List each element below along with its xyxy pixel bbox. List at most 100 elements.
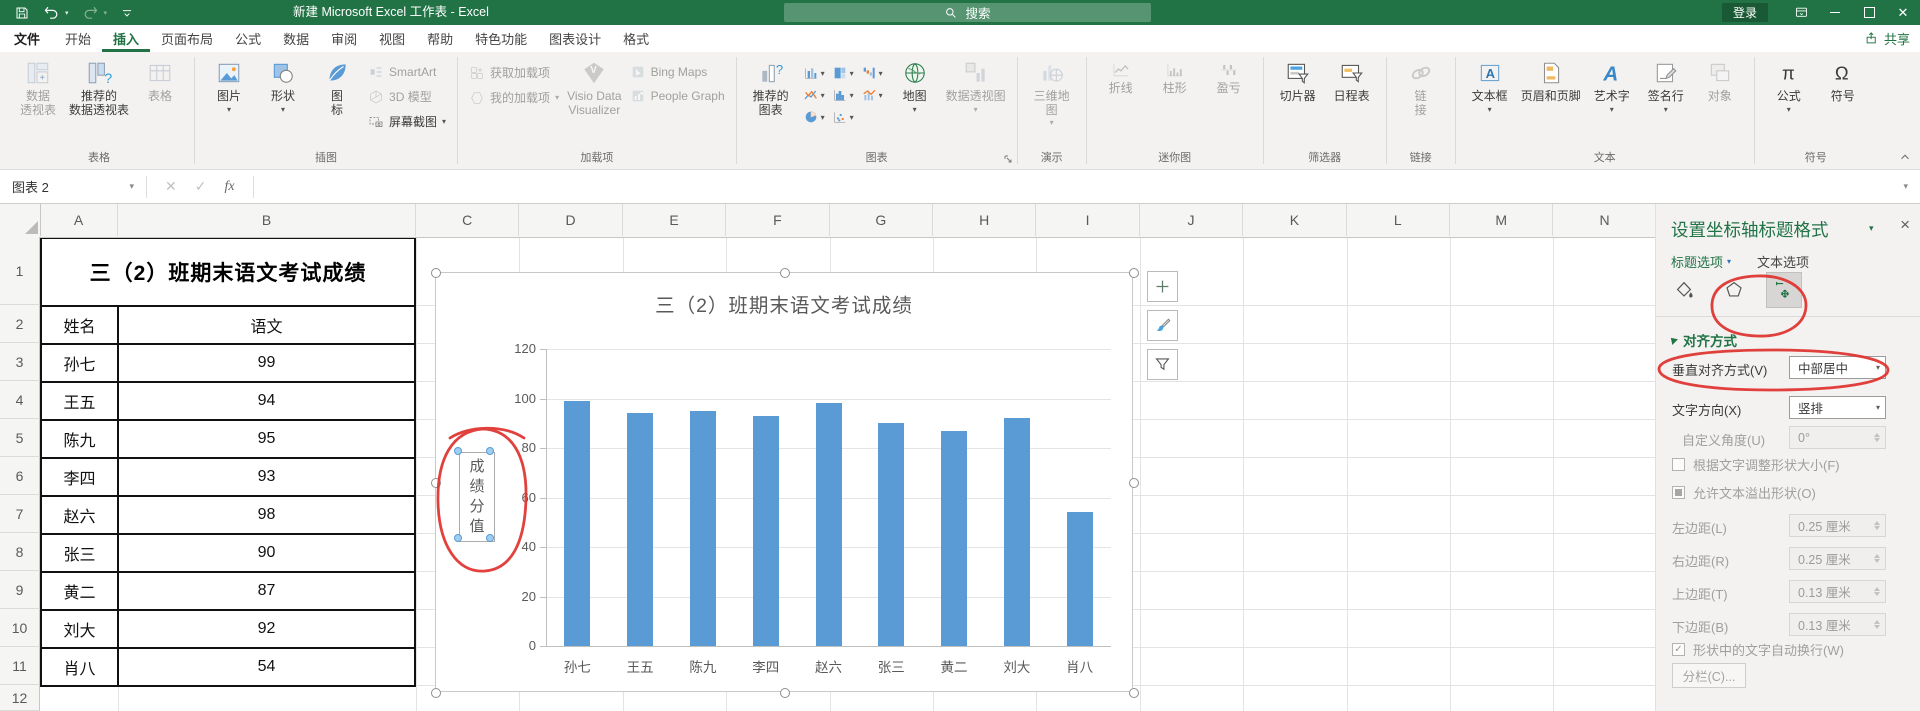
tab-数据[interactable]: 数据	[272, 25, 320, 52]
bar-赵六[interactable]	[816, 403, 842, 646]
cell-score[interactable]: 93	[119, 459, 414, 495]
tab-插入[interactable]: 插入	[102, 25, 150, 52]
effects-icon[interactable]	[1716, 272, 1752, 308]
row-header-11[interactable]: 11	[0, 647, 40, 685]
chart-filters-button[interactable]	[1147, 349, 1178, 380]
size-properties-icon[interactable]	[1766, 272, 1802, 308]
pane-tab-text-options[interactable]: 文本选项	[1757, 252, 1809, 271]
name-box-dropdown-icon[interactable]: ▾	[129, 181, 142, 192]
ribbon-item-statistic-chart[interactable]: ▾	[832, 85, 854, 104]
bar-王五[interactable]	[627, 413, 653, 646]
column-header-I[interactable]: I	[1036, 204, 1139, 236]
customize-qat-icon[interactable]	[120, 6, 134, 20]
cell-name[interactable]: 李四	[42, 459, 119, 495]
column-header-H[interactable]: H	[933, 204, 1036, 236]
ribbon-item-wordart[interactable]: A艺术字▾	[1585, 56, 1639, 114]
tab-页面布局[interactable]: 页面布局	[150, 25, 224, 52]
cell-score[interactable]: 92	[119, 611, 414, 647]
cell-name[interactable]: 孙七	[42, 345, 119, 381]
ribbon-item-picture[interactable]: 图片▾	[202, 56, 256, 114]
table-title-cell[interactable]: 三（2）班期末语文考试成绩	[42, 239, 414, 305]
cell-score[interactable]: 54	[119, 649, 414, 685]
cell-name[interactable]: 陈九	[42, 421, 119, 457]
bar-刘大[interactable]	[1004, 418, 1030, 646]
row-header-8[interactable]: 8	[0, 533, 40, 571]
tab-帮助[interactable]: 帮助	[416, 25, 464, 52]
cell-score[interactable]: 87	[119, 573, 414, 609]
text-direction-dropdown[interactable]: 竖排▾	[1789, 396, 1886, 419]
cell-score[interactable]: 90	[119, 535, 414, 571]
tab-特色功能[interactable]: 特色功能	[464, 25, 538, 52]
select-all-corner[interactable]	[0, 204, 41, 236]
fill-line-icon[interactable]	[1666, 272, 1702, 308]
cell-score[interactable]: 99	[119, 345, 414, 381]
cell-name[interactable]: 刘大	[42, 611, 119, 647]
ribbon-item-screenshot[interactable]: 屏幕截图▾	[368, 113, 446, 130]
cell-name[interactable]: 黄二	[42, 573, 119, 609]
column-header-L[interactable]: L	[1347, 204, 1450, 236]
ribbon-item-timeline[interactable]: 日程表	[1325, 56, 1379, 104]
bar-陈九[interactable]	[690, 411, 716, 646]
ribbon-item-combo-chart[interactable]: ▾	[861, 85, 883, 104]
bar-张三[interactable]	[878, 423, 904, 646]
ribbon-item-column-chart[interactable]: ▾	[803, 63, 825, 82]
chart-selection-handle[interactable]	[1129, 688, 1139, 698]
undo-icon[interactable]	[43, 4, 60, 21]
vertical-align-dropdown[interactable]: 中部居中▾	[1789, 356, 1886, 379]
column-header-C[interactable]: C	[416, 204, 519, 236]
chart-selection-handle[interactable]	[431, 268, 441, 278]
cell-score[interactable]: 98	[119, 497, 414, 533]
minimize-button[interactable]	[1818, 0, 1852, 25]
chart-selection-handle[interactable]	[431, 688, 441, 698]
column-header-A[interactable]: A	[40, 204, 118, 236]
header-cell-name[interactable]: 姓名	[42, 307, 119, 343]
row-header-1[interactable]: 1	[0, 237, 40, 305]
ribbon-item-waterfall-chart[interactable]: ▾	[861, 63, 883, 82]
insert-function-icon[interactable]: fx	[224, 179, 234, 195]
ribbon-item-line-chart[interactable]: ▾	[803, 85, 825, 104]
row-header-9[interactable]: 9	[0, 571, 40, 609]
tab-视图[interactable]: 视图	[368, 25, 416, 52]
row-header-4[interactable]: 4	[0, 381, 40, 419]
maximize-button[interactable]	[1852, 0, 1886, 25]
tab-格式[interactable]: 格式	[612, 25, 660, 52]
y-axis-title[interactable]: 成绩分值	[459, 452, 495, 542]
ribbon-item-scatter-chart[interactable]: ▾	[832, 107, 854, 126]
formula-input[interactable]	[258, 170, 1892, 203]
text-selection-handle[interactable]	[454, 534, 462, 542]
ribbon-item-slicer[interactable]: 切片器	[1271, 56, 1325, 104]
expand-formula-bar-icon[interactable]: ▾	[1891, 181, 1920, 192]
tab-公式[interactable]: 公式	[224, 25, 272, 52]
column-header-J[interactable]: J	[1140, 204, 1243, 236]
cell-name[interactable]: 王五	[42, 383, 119, 419]
cell-name[interactable]: 赵六	[42, 497, 119, 533]
row-header-12[interactable]: 12	[0, 685, 40, 711]
undo-dropdown-icon[interactable]: ▾	[65, 9, 69, 17]
ribbon-item-recommended-pivot-table[interactable]: ?推荐的 数据透视表	[65, 56, 133, 117]
row-header-7[interactable]: 7	[0, 495, 40, 533]
ribbon-item-equation[interactable]: π公式▾	[1762, 56, 1816, 114]
share-button[interactable]: 共享	[1864, 25, 1910, 52]
ribbon-item-map[interactable]: 地图▾	[888, 56, 942, 114]
ribbon-item-pie-chart[interactable]: ▾	[803, 107, 825, 126]
tab-审阅[interactable]: 审阅	[320, 25, 368, 52]
cell-name[interactable]: 张三	[42, 535, 119, 571]
save-icon[interactable]	[14, 5, 30, 21]
row-header-10[interactable]: 10	[0, 609, 40, 647]
bar-黄二[interactable]	[941, 431, 967, 646]
ribbon-item-signature-line[interactable]: 签名行▾	[1639, 56, 1693, 114]
tab-文件[interactable]: 文件	[0, 25, 54, 52]
ribbon-item-header-footer[interactable]: 页眉和页脚	[1517, 56, 1585, 104]
bar-李四[interactable]	[753, 416, 779, 646]
chart-selection-handle[interactable]	[1129, 478, 1139, 488]
header-cell-score[interactable]: 语文	[119, 307, 414, 343]
column-header-F[interactable]: F	[726, 204, 829, 236]
pane-title-dropdown-icon[interactable]: ▾	[1869, 223, 1874, 234]
column-header-D[interactable]: D	[519, 204, 622, 236]
column-header-G[interactable]: G	[830, 204, 933, 236]
chart-elements-button[interactable]	[1147, 271, 1178, 302]
row-header-6[interactable]: 6	[0, 457, 40, 495]
cell-name[interactable]: 肖八	[42, 649, 119, 685]
text-selection-handle[interactable]	[454, 447, 462, 455]
chart-selection-handle[interactable]	[780, 268, 790, 278]
